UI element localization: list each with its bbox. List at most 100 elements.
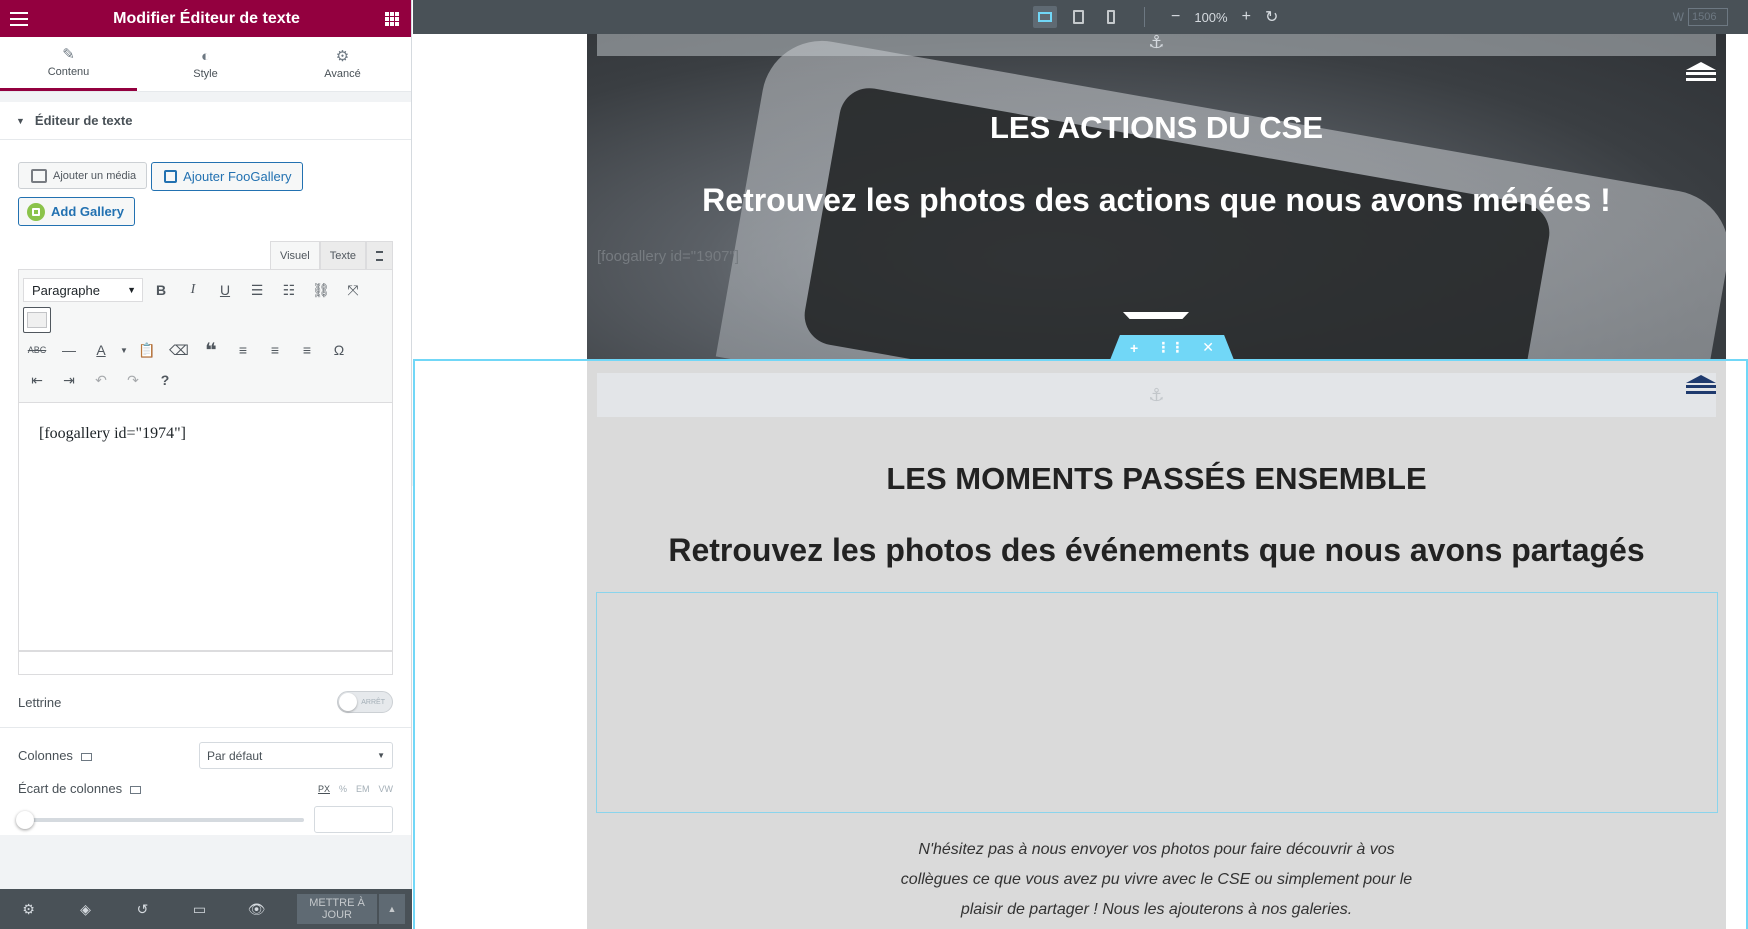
zoom-in-icon[interactable]: +	[1242, 8, 1251, 26]
toolbar-row-1: Paragraphe ▼ B I U ☰ ☷ ⛓ ⤧	[23, 276, 388, 304]
editor-textarea[interactable]: [foogallery id="1974"]	[18, 403, 393, 651]
section1-subheading[interactable]: Retrouvez les photos des actions que nou…	[587, 182, 1726, 219]
add-media-button[interactable]: Ajouter un média	[18, 162, 148, 189]
align-left-button[interactable]: ≡	[229, 337, 257, 363]
toolbar-toggle-button[interactable]	[366, 241, 393, 269]
desktop-icon	[1038, 12, 1052, 22]
half-circle-icon: ◐	[200, 47, 211, 65]
anchor-icon: ⚓	[1148, 384, 1165, 405]
section-header-text-editor[interactable]: ▼ Éditeur de texte	[0, 102, 411, 140]
paragraph-line-3: plaisir de partager ! Nous les ajouteron…	[960, 901, 1353, 918]
bullet-list-button[interactable]: ☰	[243, 277, 271, 303]
anchor-menu-widget[interactable]: ⚓	[597, 373, 1716, 417]
text-color-button[interactable]: A	[87, 337, 115, 363]
move-section-icon[interactable]: ⋮⋮	[1156, 339, 1184, 356]
format-select[interactable]: Paragraphe ▼	[23, 278, 143, 302]
update-button[interactable]: METTRE À JOUR	[297, 894, 377, 924]
save-options-button[interactable]: ▲	[379, 894, 405, 924]
add-section-icon[interactable]: +	[1130, 340, 1138, 356]
desktop-icon[interactable]	[130, 785, 142, 794]
dropcap-switch[interactable]: ARRÊT	[337, 691, 393, 713]
settings-gear-icon[interactable]: ⚙	[0, 889, 57, 929]
underline-button[interactable]: U	[211, 277, 239, 303]
anchor-menu-widget[interactable]: ⚓	[597, 34, 1716, 56]
bold-button[interactable]: B	[147, 277, 175, 303]
unit-vw[interactable]: VW	[379, 784, 394, 794]
horizontal-line-button[interactable]: —	[55, 337, 83, 363]
delete-section-icon[interactable]: ✕	[1202, 339, 1214, 356]
chevron-down-icon: ▼	[127, 285, 136, 295]
fullscreen-button[interactable]: ⤧	[339, 277, 367, 303]
text-editor-widget-selected[interactable]	[596, 592, 1718, 813]
zoom-out-icon[interactable]: −	[1171, 8, 1180, 26]
tab-visual[interactable]: Visuel	[269, 241, 320, 269]
strikethrough-button[interactable]: ABC	[23, 337, 51, 363]
link-button[interactable]: ⛓	[307, 277, 335, 303]
text-color-dropdown[interactable]: ▼	[119, 337, 129, 363]
width-input[interactable]: 1506	[1688, 8, 1728, 26]
gap-slider-row	[16, 806, 393, 833]
pencil-icon: ✎	[62, 46, 75, 63]
navigator-layers-icon[interactable]: ◈	[57, 889, 114, 929]
update-button-label: METTRE À JOUR	[309, 897, 365, 921]
undo-button[interactable]: ↶	[87, 367, 115, 393]
special-chars-button[interactable]: Ω	[325, 337, 353, 363]
reset-zoom-icon[interactable]: ↻	[1265, 7, 1278, 27]
preview-eye-icon[interactable]: 👁	[228, 889, 285, 929]
tablet-view-button[interactable]	[1066, 6, 1090, 28]
section-actions[interactable]: ⚓ LES ACTIONS DU CSE Retrouvez les photo…	[587, 34, 1726, 359]
nav-menu-icon[interactable]	[1686, 62, 1716, 81]
editor-panel: Modifier Éditeur de texte ✎ Contenu ◐ St…	[0, 0, 412, 929]
italic-button[interactable]: I	[179, 277, 207, 303]
dropcap-row: Lettrine ARRÊT	[18, 691, 393, 713]
redo-button[interactable]: ↷	[119, 367, 147, 393]
columns-row: Colonnes Par défaut ▼	[18, 742, 393, 769]
add-foogallery-label: Ajouter FooGallery	[183, 169, 292, 184]
add-media-label: Ajouter un média	[53, 169, 137, 182]
add-gallery-button[interactable]: Add Gallery	[18, 197, 135, 226]
gallery-icon	[164, 170, 178, 183]
section-body: Ajouter un média Ajouter FooGallery Add …	[0, 140, 411, 835]
outdent-button[interactable]: ⇤	[23, 367, 51, 393]
gap-slider[interactable]	[16, 810, 304, 829]
editor-mode-tabs: Visuel Texte	[18, 241, 393, 269]
hamburger-menu-icon[interactable]	[10, 11, 28, 26]
gap-input[interactable]	[314, 806, 393, 833]
numbered-list-button[interactable]: ☷	[275, 277, 303, 303]
blockquote-button[interactable]: ❝	[197, 337, 225, 363]
columns-select[interactable]: Par défaut ▼	[199, 742, 393, 769]
desktop-icon[interactable]	[80, 752, 92, 761]
paste-text-button[interactable]: 📋	[133, 337, 161, 363]
help-icon[interactable]: ?	[151, 367, 179, 393]
align-center-button[interactable]: ≡	[261, 337, 289, 363]
unit-px[interactable]: PX	[318, 784, 330, 794]
add-foogallery-button[interactable]: Ajouter FooGallery	[151, 162, 303, 191]
insert-table-button[interactable]	[23, 307, 51, 333]
section2-heading[interactable]: LES MOMENTS PASSÉS ENSEMBLE	[587, 461, 1726, 497]
section2-paragraph[interactable]: N'hésitez pas à nous envoyer vos photos …	[587, 835, 1726, 925]
topbar-separator	[1144, 7, 1145, 27]
section1-shortcode[interactable]: [foogallery id="1907"]	[597, 248, 739, 265]
history-icon[interactable]: ↺	[114, 889, 171, 929]
tab-text[interactable]: Texte	[319, 241, 366, 269]
add-gallery-icon	[27, 202, 45, 221]
responsive-mode-icon[interactable]: ▭	[171, 889, 228, 929]
align-right-button[interactable]: ≡	[293, 337, 321, 363]
chevron-down-icon: ▼	[377, 751, 385, 760]
tab-content[interactable]: ✎ Contenu	[0, 37, 137, 91]
tab-advanced[interactable]: ⚙ Avancé	[274, 37, 411, 91]
nav-menu-icon[interactable]	[1686, 375, 1716, 394]
desktop-view-button[interactable]	[1033, 6, 1057, 28]
clear-format-button[interactable]: ⌫	[165, 337, 193, 363]
unit-em[interactable]: EM	[356, 784, 370, 794]
gap-row: Écart de colonnes PX % EM VW	[18, 781, 393, 796]
section2-subheading[interactable]: Retrouvez les photos des événements que …	[587, 532, 1726, 569]
unit-percent[interactable]: %	[339, 784, 347, 794]
tab-advanced-label: Avancé	[324, 67, 361, 80]
section-moments[interactable]: ⚓ LES MOMENTS PASSÉS ENSEMBLE Retrouvez …	[587, 361, 1726, 929]
mobile-view-button[interactable]	[1099, 6, 1123, 28]
tab-style[interactable]: ◐ Style	[137, 37, 274, 91]
widgets-grid-icon[interactable]	[384, 11, 399, 26]
section1-heading[interactable]: LES ACTIONS DU CSE	[587, 110, 1726, 146]
indent-button[interactable]: ⇥	[55, 367, 83, 393]
